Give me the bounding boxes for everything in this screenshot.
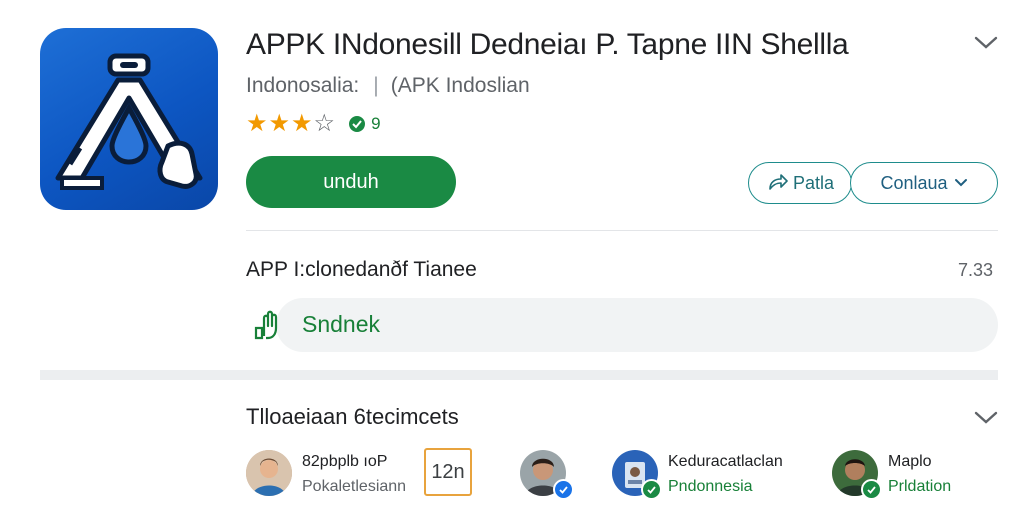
section-count: 7.33 — [958, 260, 994, 280]
action-pill[interactable] — [276, 298, 998, 352]
separator: | — [373, 74, 379, 97]
share-icon — [766, 173, 788, 193]
star-icon: ★ — [246, 110, 268, 137]
more-label: Conlaua — [880, 172, 948, 193]
developer-row: Indonosalia: | (APK Indoslian — [246, 74, 530, 98]
divider — [246, 230, 998, 231]
section-separator — [40, 370, 998, 380]
developer-name[interactable]: Maplo — [888, 453, 932, 471]
install-button[interactable]: unduh — [246, 156, 456, 208]
developer-name[interactable]: Indonosalia: — [246, 74, 359, 98]
app-logo-icon — [40, 28, 218, 210]
star-empty-icon: ☆ — [313, 110, 336, 137]
developer-name[interactable]: Keduracatlaclan — [668, 453, 783, 471]
star-icon: ★ — [268, 110, 291, 137]
avatar[interactable] — [246, 450, 292, 496]
rating-count: 9 — [371, 114, 381, 133]
developer-subtitle: Pokaletlesiann — [302, 478, 407, 495]
app-tile[interactable]: 12n — [424, 448, 472, 496]
developer-subtitle: Prldation — [888, 478, 952, 495]
action-label[interactable]: Sndnek — [302, 311, 380, 338]
chevron-down-icon — [954, 178, 968, 188]
verified-icon — [861, 479, 882, 500]
star-icon: ★ — [291, 110, 313, 137]
chevron-down-icon[interactable] — [970, 30, 1002, 56]
chevron-down-icon[interactable] — [970, 405, 1002, 431]
verified-icon — [641, 479, 662, 500]
hand-touch-icon — [252, 310, 286, 342]
rating-row: ★ ★ ★ ☆ 9 — [246, 112, 381, 136]
app-title: APPK INdonesill Dedneiaı P. Tapne IIN Sh… — [246, 28, 849, 61]
section-title: APP I:clonedanðf Tianee — [246, 258, 477, 281]
developer-name[interactable]: 82pbplb ıoP — [302, 453, 387, 471]
app-category[interactable]: (APK Indoslian — [391, 74, 530, 98]
verified-icon — [553, 479, 574, 500]
more-options-button[interactable]: Conlaua — [850, 162, 998, 204]
shield-check-icon — [348, 115, 366, 133]
share-button[interactable]: Patla — [748, 162, 852, 204]
section2-title: Tlloaeiaan 6tecimcets — [246, 404, 459, 429]
share-label: Patla — [792, 172, 835, 193]
developer-subtitle: Pndonnesia — [668, 478, 753, 495]
